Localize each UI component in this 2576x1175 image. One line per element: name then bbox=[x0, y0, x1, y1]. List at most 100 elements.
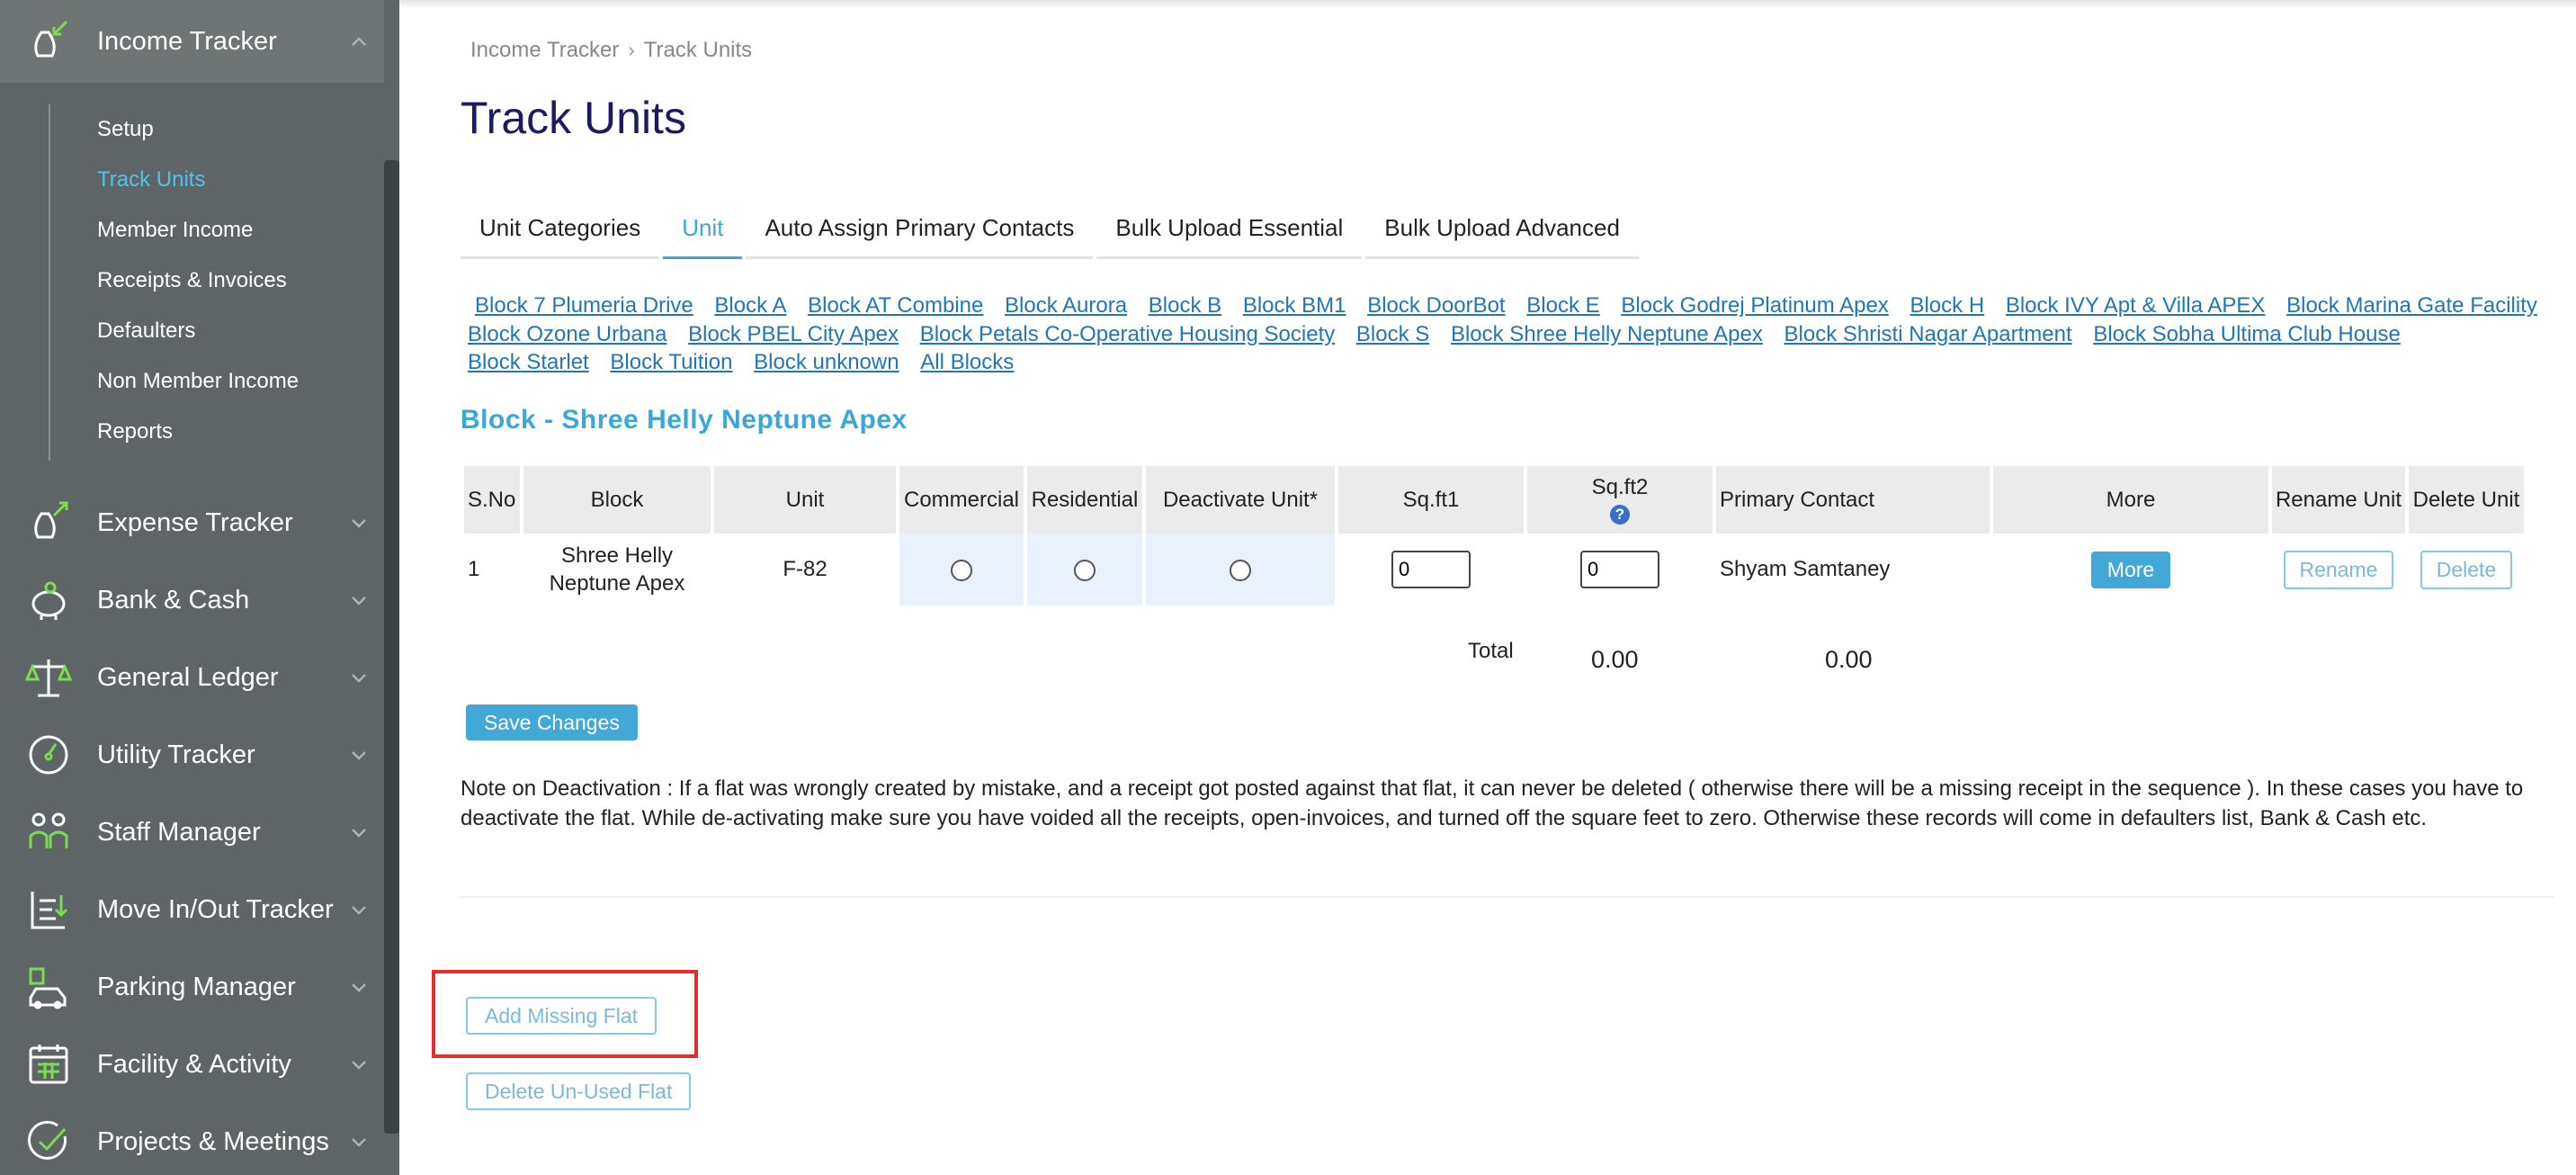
breadcrumb-current: Track Units bbox=[643, 38, 753, 62]
cell-more: More bbox=[1993, 534, 2268, 605]
chevron-down-icon bbox=[334, 900, 384, 919]
sqft1-input[interactable] bbox=[1391, 551, 1471, 588]
breadcrumb-root[interactable]: Income Tracker bbox=[470, 38, 619, 63]
main-content: Income Tracker › Track Units Track Units… bbox=[399, 0, 2576, 1175]
sidebar-item-label: Facility & Activity bbox=[97, 1049, 291, 1079]
sidebar-item-general-ledger[interactable]: General Ledger bbox=[0, 636, 384, 719]
tab-unit[interactable]: Unit bbox=[663, 200, 743, 259]
total-sqft1: 0.00 bbox=[1591, 646, 1639, 673]
block-link[interactable]: Block BM1 bbox=[1236, 293, 1346, 318]
col-more: More bbox=[1993, 466, 2268, 534]
scale-icon bbox=[0, 636, 97, 719]
tab-bulk-upload-essential[interactable]: Bulk Upload Essential bbox=[1096, 200, 1363, 259]
sidebar: Income Tracker Setup Track Units Member … bbox=[0, 0, 399, 1175]
delete-button[interactable]: Delete bbox=[2419, 550, 2513, 589]
staff-icon bbox=[0, 791, 97, 874]
block-link[interactable]: Block A bbox=[707, 293, 786, 318]
total-sqft2: 0.00 bbox=[1825, 646, 1873, 673]
submenu-item-receipts-invoices[interactable]: Receipts & Invoices bbox=[97, 268, 287, 293]
delete-unused-flat-button[interactable]: Delete Un-Used Flat bbox=[466, 1072, 692, 1110]
col-sqft2: Sq.ft2 ? bbox=[1527, 466, 1713, 534]
submenu-item-defaulters[interactable]: Defaulters bbox=[97, 318, 195, 344]
tab-auto-assign-primary-contacts[interactable]: Auto Assign Primary Contacts bbox=[746, 200, 1094, 259]
chevron-down-icon bbox=[334, 513, 384, 533]
sidebar-item-projects-meetings[interactable]: Projects & Meetings bbox=[0, 1100, 384, 1175]
block-link[interactable]: Block Aurora bbox=[997, 293, 1127, 318]
col-residential: Residential bbox=[1027, 466, 1142, 534]
cell-deactivate bbox=[1146, 534, 1335, 605]
sidebar-scrollbar[interactable] bbox=[384, 160, 399, 1134]
submenu-item-member-income[interactable]: Member Income bbox=[97, 218, 253, 243]
block-links: Block 7 Plumeria Drive Block A Block AT … bbox=[461, 292, 2547, 377]
add-missing-flat-button[interactable]: Add Missing Flat bbox=[466, 997, 657, 1035]
calendar-icon bbox=[0, 1023, 97, 1106]
block-link[interactable]: Block PBEL City Apex bbox=[681, 322, 899, 346]
cell-residential bbox=[1027, 534, 1142, 605]
income-tracker-submenu: Setup Track Units Member Income Receipts… bbox=[49, 104, 372, 461]
col-commercial: Commercial bbox=[899, 466, 1024, 534]
chevron-down-icon bbox=[334, 977, 384, 997]
block-heading: Block - Shree Helly Neptune Apex bbox=[461, 405, 908, 435]
block-link[interactable]: Block B bbox=[1141, 293, 1221, 318]
check-icon bbox=[0, 1100, 97, 1175]
block-link[interactable]: Block Shree Helly Neptune Apex bbox=[1444, 322, 1763, 346]
block-link[interactable]: Block IVY Apt & Villa APEX bbox=[1999, 293, 2266, 318]
sidebar-item-label: Income Tracker bbox=[97, 26, 277, 56]
commercial-radio[interactable] bbox=[951, 559, 972, 581]
tab-unit-categories[interactable]: Unit Categories bbox=[461, 200, 660, 259]
chevron-right-icon: › bbox=[628, 39, 635, 61]
block-link[interactable]: Block S bbox=[1349, 322, 1429, 346]
block-link[interactable]: Block Marina Gate Facility bbox=[2279, 293, 2537, 318]
submenu-item-non-member-income[interactable]: Non Member Income bbox=[97, 369, 299, 394]
block-link[interactable]: Block H bbox=[1902, 293, 1984, 318]
more-button[interactable]: More bbox=[2090, 551, 2171, 588]
page-title: Track Units bbox=[461, 93, 686, 143]
sidebar-item-expense-tracker[interactable]: Expense Tracker bbox=[0, 481, 384, 564]
block-link[interactable]: Block Shristi Nagar Apartment bbox=[1777, 322, 2072, 346]
block-link[interactable]: Block unknown bbox=[747, 350, 899, 374]
tab-bulk-upload-advanced[interactable]: Bulk Upload Advanced bbox=[1365, 200, 1639, 259]
cell-commercial bbox=[899, 534, 1024, 605]
rename-button[interactable]: Rename bbox=[2283, 550, 2394, 589]
table-row: 1 Shree Helly Neptune Apex F-82 Shyam Sa… bbox=[464, 534, 2524, 605]
cell-sqft1 bbox=[1338, 534, 1524, 605]
col-sno: S.No bbox=[464, 466, 520, 534]
block-link[interactable]: Block Godrej Platinum Apex bbox=[1614, 293, 1888, 318]
sidebar-item-move-in-out-tracker[interactable]: Move In/Out Tracker bbox=[0, 868, 384, 951]
block-link[interactable]: Block DoorBot bbox=[1360, 293, 1505, 318]
chevron-down-icon bbox=[334, 822, 384, 842]
cell-block: Shree Helly Neptune Apex bbox=[549, 543, 685, 596]
sidebar-item-bank-cash[interactable]: Bank & Cash bbox=[0, 559, 384, 641]
help-icon[interactable]: ? bbox=[1610, 504, 1630, 525]
sidebar-item-income-tracker[interactable]: Income Tracker bbox=[0, 0, 384, 83]
sidebar-item-staff-manager[interactable]: Staff Manager bbox=[0, 791, 384, 874]
chevron-down-icon bbox=[334, 1132, 384, 1152]
chevron-down-icon bbox=[334, 1054, 384, 1074]
block-link[interactable]: Block Ozone Urbana bbox=[461, 322, 666, 346]
sidebar-item-parking-manager[interactable]: Parking Manager bbox=[0, 946, 384, 1028]
block-link[interactable]: Block Sobha Ultima Club House bbox=[2086, 322, 2401, 346]
meter-icon bbox=[0, 713, 97, 796]
submenu-item-reports[interactable]: Reports bbox=[97, 419, 173, 444]
sidebar-item-facility-activity[interactable]: Facility & Activity bbox=[0, 1023, 384, 1106]
sidebar-item-utility-tracker[interactable]: Utility Tracker bbox=[0, 713, 384, 796]
block-link[interactable]: Block Tuition bbox=[603, 350, 732, 374]
block-link[interactable]: Block Petals Co-Operative Housing Societ… bbox=[913, 322, 1336, 346]
block-link[interactable]: Block E bbox=[1519, 293, 1599, 318]
sqft2-label: Sq.ft2 bbox=[1591, 474, 1649, 499]
block-link[interactable]: Block 7 Plumeria Drive bbox=[461, 293, 693, 318]
sidebar-item-label: Utility Tracker bbox=[97, 740, 255, 769]
col-unit: Unit bbox=[714, 466, 896, 534]
block-link[interactable]: Block AT Combine bbox=[801, 293, 983, 318]
sqft2-input[interactable] bbox=[1580, 551, 1659, 588]
sidebar-item-label: Staff Manager bbox=[97, 817, 261, 847]
submenu-item-setup[interactable]: Setup bbox=[97, 117, 154, 142]
block-link[interactable]: Block Starlet bbox=[461, 350, 589, 374]
submenu-item-track-units[interactable]: Track Units bbox=[97, 167, 205, 193]
chevron-down-icon bbox=[334, 745, 384, 765]
block-link-all[interactable]: All Blocks bbox=[913, 350, 1014, 374]
residential-radio[interactable] bbox=[1074, 559, 1096, 581]
save-changes-button[interactable]: Save Changes bbox=[466, 704, 638, 740]
deactivate-radio[interactable] bbox=[1230, 559, 1251, 581]
move-icon bbox=[0, 868, 97, 951]
